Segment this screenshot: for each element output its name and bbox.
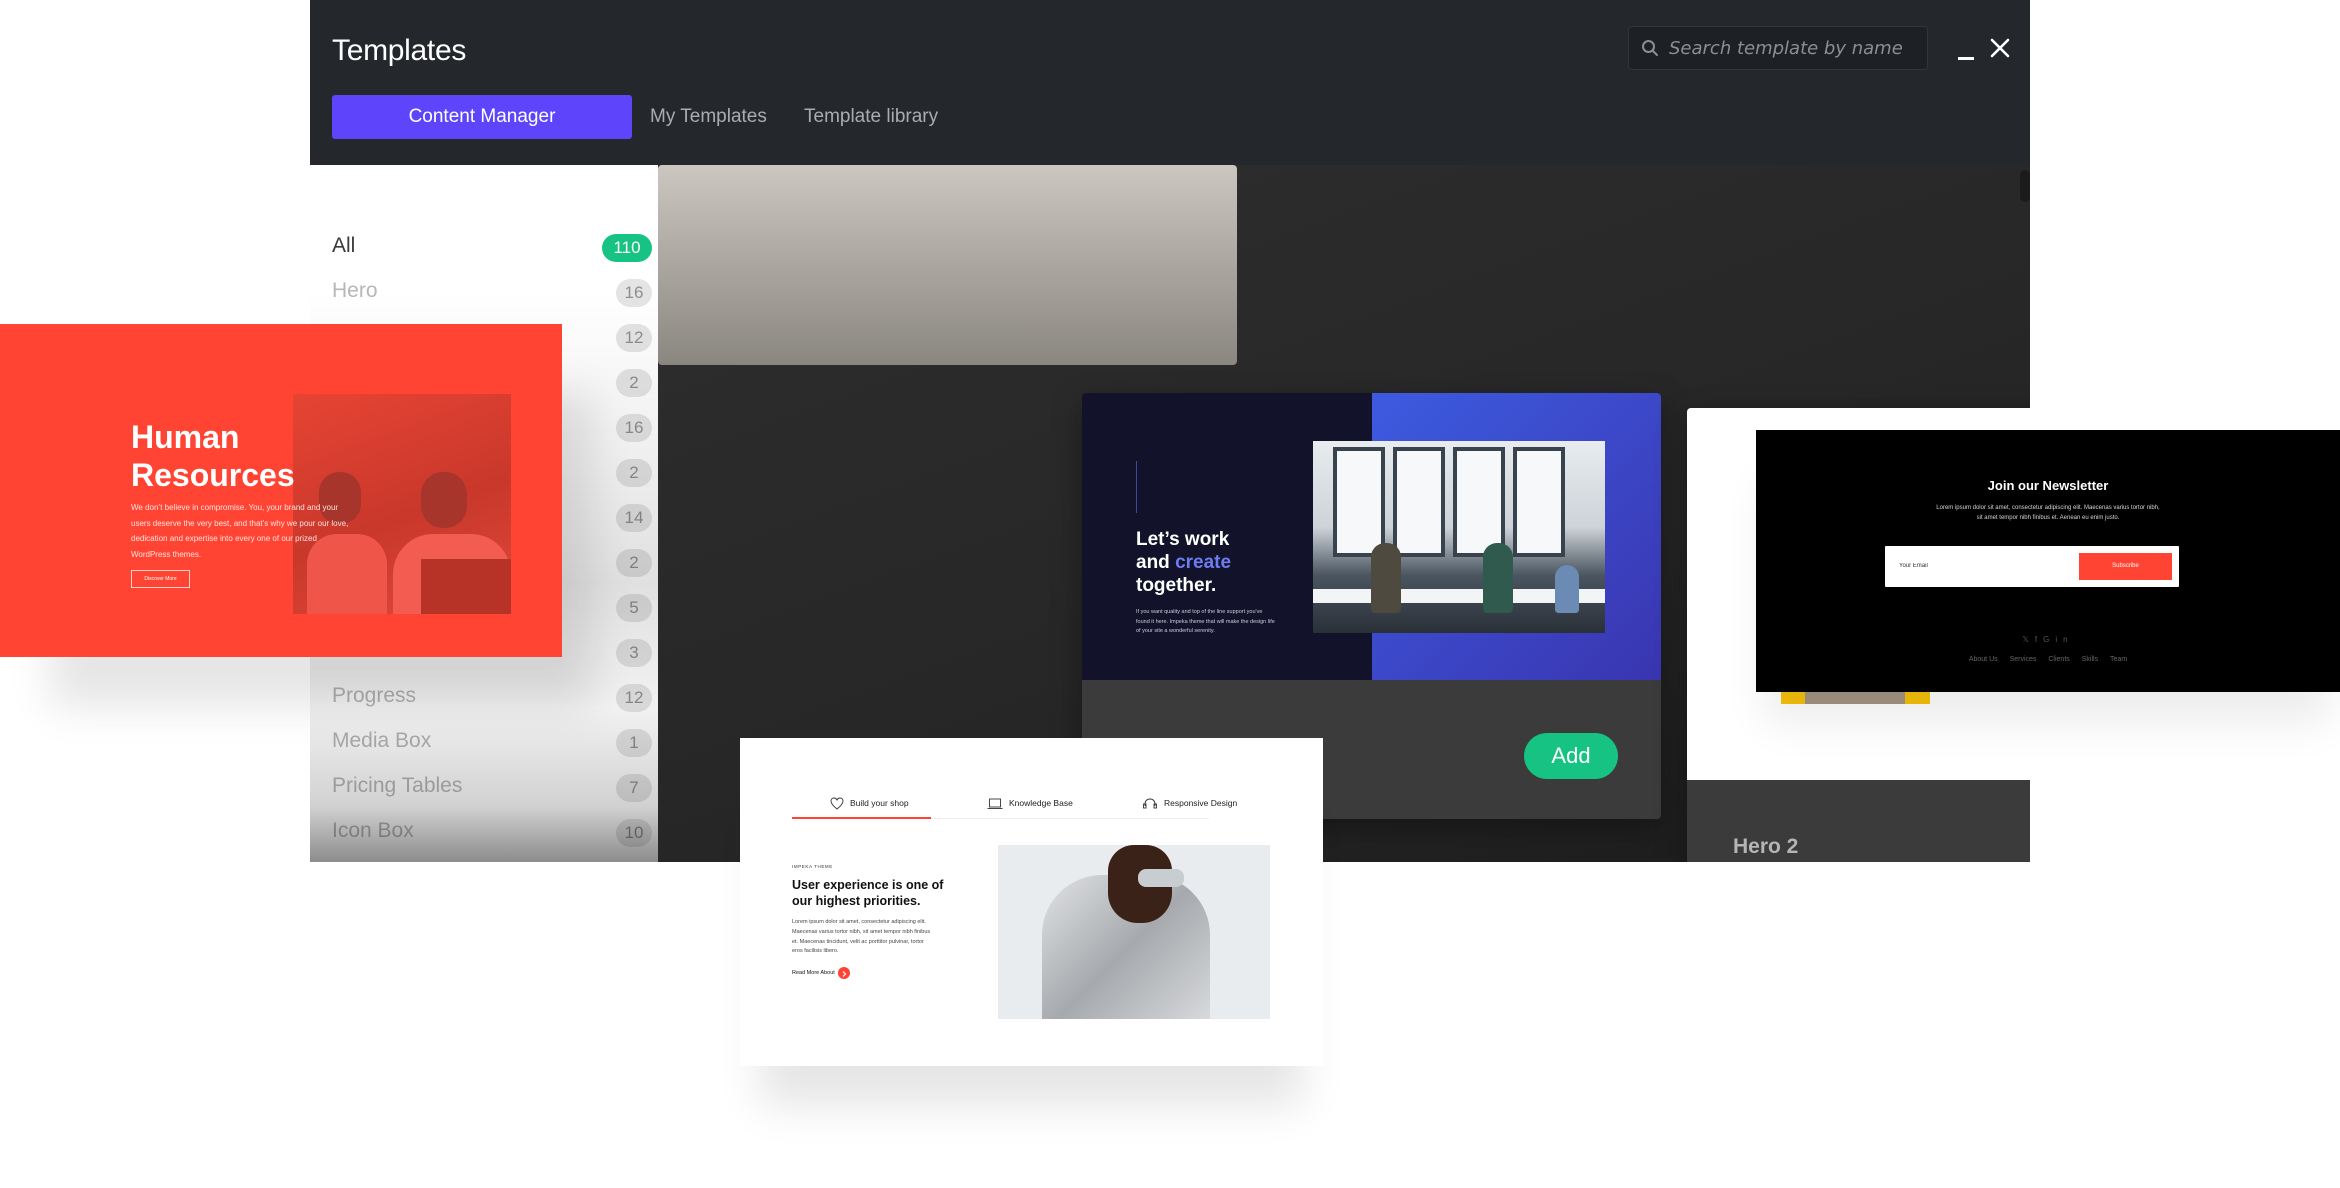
- active-tab-indicator: [792, 817, 931, 819]
- shop-title: User experience is one of our highest pr…: [792, 878, 944, 908]
- discover-more-button[interactable]: Discover More: [131, 570, 190, 588]
- category-count-badge: 3: [616, 639, 652, 667]
- shop-tab-responsive[interactable]: Responsive Design: [1142, 793, 1237, 813]
- category-count-badge: 12: [616, 324, 652, 352]
- preview-heading: Let’s work and create together.: [1136, 529, 1232, 596]
- shop-description: Lorem ipsum dolor sit amet, consectetur …: [792, 919, 931, 955]
- category-count-badge: 16: [616, 279, 652, 307]
- read-more-arrow-button[interactable]: [838, 967, 850, 979]
- search-icon: [1642, 40, 1658, 56]
- newsletter-form: Subscribe: [1885, 546, 2179, 587]
- subscribe-button[interactable]: Subscribe: [2079, 553, 2172, 580]
- hr-title: Human Resources: [131, 419, 295, 493]
- sidebar-category[interactable]: All 110: [332, 228, 652, 268]
- preview-body: If you want quality and top of the line …: [1136, 609, 1275, 634]
- category-count-badge: 12: [616, 684, 652, 712]
- category-label: Media Box: [332, 729, 432, 752]
- preview-office-photo: [1313, 441, 1605, 633]
- category-count-badge: 14: [616, 504, 652, 532]
- read-more-link[interactable]: Read More About: [792, 970, 835, 976]
- footer-link[interactable]: Skills: [2082, 656, 2098, 663]
- category-count-badge: 2: [616, 369, 652, 397]
- shop-photo: [998, 845, 1270, 1019]
- category-label: Pricing Tables: [332, 774, 463, 797]
- shop-kicker: IMPEKA THEME: [792, 864, 833, 869]
- laptop-icon: [987, 798, 1003, 809]
- shop-tab-knowledge[interactable]: Knowledge Base: [987, 793, 1073, 813]
- search-input[interactable]: [1669, 27, 1919, 69]
- newsletter-description: Lorem ipsum dolor sit amet, consectetur …: [1936, 505, 2160, 521]
- search-box[interactable]: [1628, 26, 1928, 70]
- newsletter-title: Join our Newsletter: [1987, 478, 2109, 493]
- footer-link[interactable]: Team: [2110, 656, 2127, 663]
- category-count-badge: 2: [616, 549, 652, 577]
- newsletter-email-input[interactable]: [1899, 557, 2069, 575]
- category-label: Icon Box: [332, 819, 414, 842]
- linkedin-icon[interactable]: in: [2055, 635, 2073, 644]
- sidebar-category[interactable]: Pricing Tables 7: [332, 768, 652, 808]
- preview-human-resources: Human Resources We don’t believe in comp…: [0, 324, 562, 657]
- footer-link[interactable]: Clients: [2048, 656, 2069, 663]
- category-count-badge: 16: [616, 414, 652, 442]
- shop-tab-build[interactable]: Build your shop: [830, 793, 909, 813]
- chevron-right-icon: [842, 971, 847, 977]
- tab-content-manager[interactable]: Content Manager: [332, 95, 632, 139]
- footer-links: About Us Services Clients Skills Team: [1756, 656, 2340, 663]
- category-count-badge: 10: [616, 819, 652, 847]
- add-template-button[interactable]: Add: [1524, 733, 1618, 779]
- category-count-badge: 5: [616, 594, 652, 622]
- category-count-badge: 7: [616, 774, 652, 802]
- social-icons: 𝕏fGin: [1756, 635, 2340, 644]
- google-icon[interactable]: G: [2043, 635, 2055, 644]
- window-title: Templates: [332, 34, 467, 67]
- heart-icon: [830, 797, 844, 810]
- minimize-button[interactable]: [1952, 34, 1982, 64]
- category-count-badge: 1: [616, 729, 652, 757]
- headset-icon: [1143, 798, 1157, 809]
- tab-my-templates[interactable]: My Templates: [650, 95, 767, 139]
- category-label: All: [332, 234, 356, 257]
- close-button[interactable]: [1985, 33, 2015, 63]
- sidebar-category[interactable]: Progress 12: [332, 678, 652, 718]
- close-icon: [1990, 38, 2010, 58]
- minimize-icon: [1958, 57, 1974, 60]
- category-label: Hero: [332, 279, 378, 302]
- facebook-icon[interactable]: f: [2035, 635, 2043, 644]
- sidebar-category[interactable]: Tabs & Accordions4: [332, 858, 632, 862]
- footer-link[interactable]: Services: [2010, 656, 2037, 663]
- sidebar-category[interactable]: Hero 16: [332, 273, 652, 313]
- twitter-icon[interactable]: 𝕏: [2022, 635, 2034, 644]
- sidebar-category[interactable]: Icon Box 10: [332, 813, 652, 853]
- preview-divider: [1136, 461, 1137, 513]
- hr-description: We don’t believe in compromise. You, you…: [131, 503, 349, 559]
- category-count-badge: 110: [602, 234, 652, 262]
- tab-template-library[interactable]: Template library: [804, 95, 938, 139]
- window-header: Templates Content Manager My Templates T…: [310, 0, 2030, 165]
- category-count-badge: 2: [616, 459, 652, 487]
- category-label: Progress: [332, 684, 417, 707]
- sidebar-category[interactable]: Media Box 1: [332, 723, 652, 763]
- template-name: Hero 2: [1733, 835, 1799, 858]
- preview-shop-tabs: Build your shop Knowledge Base Responsiv…: [740, 738, 1323, 1066]
- template-card-partial[interactable]: [658, 165, 1237, 365]
- scrollbar-thumb[interactable]: [2020, 170, 2030, 202]
- footer-link[interactable]: About Us: [1969, 656, 1998, 663]
- template-preview: Let’s work and create together. If you w…: [1082, 393, 1661, 680]
- preview-newsletter: Join our Newsletter Lorem ipsum dolor si…: [1756, 430, 2340, 692]
